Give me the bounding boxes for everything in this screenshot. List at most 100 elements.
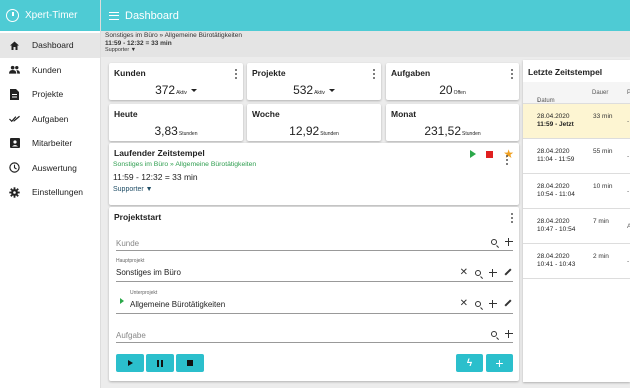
pause-button[interactable] [146, 354, 174, 372]
more-vert-icon[interactable] [506, 155, 508, 165]
home-icon [9, 40, 20, 51]
hauptprojekt-field[interactable]: Hauptprojekt Sonstiges im Büro ✕ [116, 256, 513, 282]
more-vert-icon[interactable] [373, 69, 375, 79]
card-unit: Offen [453, 90, 466, 96]
stop-icon [187, 360, 193, 366]
add-icon[interactable] [488, 268, 497, 277]
unterprojekt-field[interactable]: Unterprojekt Allgemeine Bürotätigkeiten … [116, 287, 513, 314]
card-unit: Stunden [462, 131, 481, 137]
stop-icon[interactable] [486, 150, 494, 158]
table-row[interactable]: 28.04.2020 11:04 - 11:59 55 min - [523, 139, 630, 174]
running-time: 11:59 - 12:32 = 33 min [113, 172, 198, 182]
stop-button[interactable] [176, 354, 204, 372]
row-extra: - [627, 118, 630, 125]
more-vert-icon[interactable] [235, 69, 237, 79]
row-duration: 33 min [593, 113, 613, 120]
start-button[interactable] [116, 354, 144, 372]
menu-icon[interactable] [109, 11, 119, 20]
running-path[interactable]: Sonstiges im Büro » Allgemeine Bürotätig… [113, 161, 256, 168]
row-date: 28.04.2020 11:04 - 11:59 [537, 148, 574, 164]
card-title: Projekte [252, 68, 286, 78]
sidebar-item-aufgaben[interactable]: Aufgaben [0, 107, 100, 132]
table-row[interactable]: 28.04.2020 10:41 - 10:43 2 min - [523, 244, 630, 279]
caret-down-icon[interactable] [328, 89, 335, 93]
sidebar-item-auswertung[interactable]: Auswertung [0, 156, 100, 181]
add-timestamp-button[interactable]: + [486, 354, 513, 372]
card-heute[interactable]: Heute 3,83Stunden [109, 104, 243, 141]
table-row[interactable]: 28.04.2020 10:47 - 10:54 7 min A [523, 209, 630, 244]
row-duration: 10 min [593, 183, 613, 190]
recent-timestamps-panel: Letzte Zeitstempel Datum ↓ Dauer P 28.04… [523, 60, 630, 382]
app-brand[interactable]: Xpert-Timer [0, 0, 100, 31]
expand-icon[interactable] [120, 298, 124, 304]
more-vert-icon[interactable] [511, 213, 513, 223]
row-date-day: 28.04.2020 [537, 253, 570, 260]
document-icon [9, 88, 20, 100]
sidebar-nav: Dashboard Kunden Projekte Aufgaben Mitar… [0, 33, 100, 205]
sidebar-item-label: Kunden [32, 64, 62, 75]
edit-icon[interactable] [504, 268, 513, 277]
topbar: Dashboard [101, 0, 630, 31]
aufgabe-field[interactable]: Aufgabe [116, 323, 513, 343]
table-row[interactable]: 28.04.2020 11:59 - Jetzt 33 min - [523, 104, 630, 139]
more-vert-icon[interactable] [511, 69, 513, 79]
card-monat[interactable]: Monat 231,52Stunden [386, 104, 519, 141]
card-number: 372 [155, 83, 176, 97]
sidebar-item-projekte[interactable]: Projekte [0, 82, 100, 107]
running-role[interactable]: Supporter ▼ [113, 186, 153, 193]
card-title: Kunden [114, 68, 146, 78]
col-dauer[interactable]: Dauer [592, 90, 608, 96]
card-kunden[interactable]: Kunden 372Aktiv [109, 63, 243, 100]
clock-icon [9, 162, 20, 173]
kunde-field[interactable]: Kunde [116, 232, 513, 251]
row-date-day: 28.04.2020 [537, 183, 570, 190]
card-aufgaben[interactable]: Aufgaben 20Offen [386, 63, 519, 100]
sidebar-item-dashboard[interactable]: Dashboard [0, 33, 100, 58]
row-date-day: 28.04.2020 [537, 113, 570, 120]
card-title: Aufgaben [391, 68, 431, 78]
row-extra: - [627, 188, 630, 195]
card-unit: Aktiv [176, 90, 187, 96]
badge-icon [9, 138, 20, 149]
row-date-day: 28.04.2020 [537, 148, 570, 155]
quick-start-button[interactable]: ϟ [456, 354, 483, 372]
add-icon[interactable] [488, 299, 497, 308]
search-icon[interactable] [475, 269, 481, 276]
row-date-day: 28.04.2020 [537, 218, 570, 225]
panel-title: Letzte Zeitstempel [528, 67, 603, 77]
table-header: Datum ↓ Dauer P [523, 82, 630, 104]
card-unit: Stunden [320, 131, 339, 137]
row-date: 28.04.2020 10:54 - 11:04 [537, 183, 575, 199]
card-title: Monat [391, 109, 417, 119]
card-woche[interactable]: Woche 12,92Stunden [247, 104, 381, 141]
sidebar-item-label: Dashboard [32, 40, 74, 51]
play-icon[interactable] [470, 150, 477, 158]
table-row[interactable]: 28.04.2020 10:54 - 11:04 10 min - [523, 174, 630, 209]
card-title: Laufender Zeitstempel [114, 148, 205, 158]
card-value: 3,83Stunden [109, 124, 243, 138]
add-icon[interactable] [504, 237, 513, 246]
card-number: 532 [293, 83, 314, 97]
star-icon[interactable]: ★ [503, 148, 514, 160]
sidebar-item-einstellungen[interactable]: Einstellungen [0, 180, 100, 205]
unterprojekt-label: Unterprojekt [130, 290, 158, 296]
sidebar-item-mitarbeiter[interactable]: Mitarbeiter [0, 131, 100, 156]
search-icon[interactable] [491, 330, 497, 337]
add-icon[interactable] [504, 329, 513, 338]
add-icon: + [495, 355, 504, 371]
sidebar-item-label: Auswertung [32, 162, 77, 173]
card-value: 231,52Stunden [386, 124, 519, 138]
edit-icon[interactable] [504, 299, 513, 308]
caret-down-icon[interactable] [190, 89, 197, 93]
clear-icon[interactable]: ✕ [460, 299, 468, 309]
clear-icon[interactable]: ✕ [460, 268, 468, 278]
card-projekte[interactable]: Projekte 532Aktiv [247, 63, 381, 100]
active-timer-role[interactable]: Supporter ▼ [105, 47, 626, 55]
gear-icon [9, 187, 20, 198]
unterprojekt-value: Allgemeine Bürotätigkeiten [130, 300, 226, 309]
search-icon[interactable] [491, 238, 497, 245]
row-date-time: 10:41 - 10:43 [537, 261, 576, 268]
sidebar-item-kunden[interactable]: Kunden [0, 58, 100, 83]
search-icon[interactable] [475, 300, 481, 307]
row-extra: - [627, 153, 630, 160]
